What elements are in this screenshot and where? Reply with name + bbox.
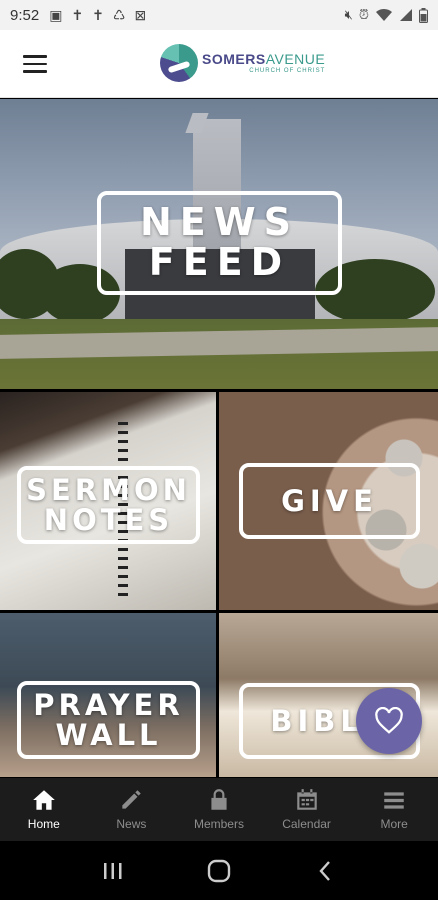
hamburger-menu-button[interactable] — [23, 55, 47, 73]
back-chevron-icon — [319, 860, 330, 881]
mute-icon: 🔇︎ — [344, 7, 353, 22]
calendar-icon: ▣ — [49, 6, 63, 23]
recent-apps-button[interactable] — [93, 851, 133, 891]
sermon-notes-tile[interactable]: SERMON NOTES — [0, 392, 216, 610]
home-circle-icon — [207, 859, 231, 882]
notification-icons: ▣ ✝ ✝ ♺ ⊠ — [49, 7, 146, 24]
back-button[interactable] — [305, 851, 345, 891]
system-icons: 🔇︎ ⏰︎ — [345, 7, 428, 23]
menu-icon-line — [23, 55, 47, 58]
logo-text: SOMERSAVENUE CHURCH OF CHRIST — [202, 52, 325, 74]
sermon-notes-label: SERMON NOTES — [17, 466, 200, 544]
sermon-notes-label-line1: SERMON — [26, 472, 191, 507]
status-bar: 9:52 ▣ ✝ ✝ ♺ ⊠ 🔇︎ ⏰︎ — [0, 0, 438, 30]
news-feed-label: NEWS FEED — [97, 191, 342, 295]
recycle-icon: ♺ — [112, 6, 126, 23]
menu-icon — [384, 792, 404, 809]
give-tile[interactable]: GIVE — [219, 392, 438, 610]
logo-name-thin: AVENUE — [265, 51, 326, 67]
menu-icon-line — [23, 62, 47, 65]
nav-news-label: News — [116, 817, 147, 831]
signal-icon — [400, 9, 412, 21]
nav-calendar[interactable]: Calendar — [263, 778, 351, 841]
prayer-wall-label-line1: PRAYER — [33, 687, 184, 722]
pencil-icon — [122, 790, 142, 809]
nav-home[interactable]: Home — [0, 778, 88, 841]
news-feed-label-line1: NEWS — [139, 200, 300, 245]
logo-name-bold: SOMERS — [202, 51, 266, 67]
prayer-wall-tile[interactable]: PRAYER WALL — [0, 613, 216, 777]
heart-icon — [375, 707, 403, 734]
menu-icon-line — [23, 70, 47, 73]
nav-home-label: Home — [27, 817, 60, 831]
give-label-text: GIVE — [281, 483, 378, 518]
logo-name: SOMERSAVENUE — [202, 52, 325, 66]
system-navigation-bar — [0, 841, 438, 900]
cross-icon: ✝ — [71, 6, 84, 23]
wifi-icon — [376, 8, 392, 21]
nav-calendar-label: Calendar — [282, 817, 331, 831]
nav-members[interactable]: Members — [175, 778, 263, 841]
bottom-navigation: Home News Members Calendar More — [0, 778, 438, 841]
prayer-wall-label: PRAYER WALL — [17, 681, 200, 759]
cross-icon: ✝ — [92, 6, 104, 23]
nav-more[interactable]: More — [350, 778, 438, 841]
battery-icon — [419, 7, 428, 23]
app-header: SOMERSAVENUE CHURCH OF CHRIST — [0, 30, 438, 98]
nav-members-label: Members — [193, 817, 244, 831]
home-system-button[interactable] — [199, 851, 239, 891]
news-feed-tile[interactable]: NEWS FEED — [0, 99, 438, 389]
nav-more-label: More — [380, 817, 408, 831]
prayer-wall-label-line2: WALL — [55, 718, 162, 752]
recent-apps-icon — [104, 862, 122, 879]
logo-subtitle: CHURCH OF CHRIST — [249, 68, 326, 74]
favorite-button[interactable] — [356, 688, 422, 754]
church-logo: SOMERSAVENUE CHURCH OF CHRIST — [160, 42, 325, 84]
status-time: 9:52 — [10, 6, 40, 24]
nav-news[interactable]: News — [88, 778, 176, 841]
give-label: GIVE — [239, 463, 420, 539]
blocked-icon: ⊠ — [134, 6, 147, 23]
logo-mark-icon — [160, 44, 198, 82]
home-icon — [32, 790, 55, 810]
lock-icon — [211, 789, 227, 810]
sermon-notes-label-line2: NOTES — [43, 503, 174, 537]
alarm-icon: ⏰︎ — [358, 7, 369, 22]
news-feed-label-line2: FEED — [148, 240, 291, 284]
calendar-icon — [296, 789, 317, 810]
